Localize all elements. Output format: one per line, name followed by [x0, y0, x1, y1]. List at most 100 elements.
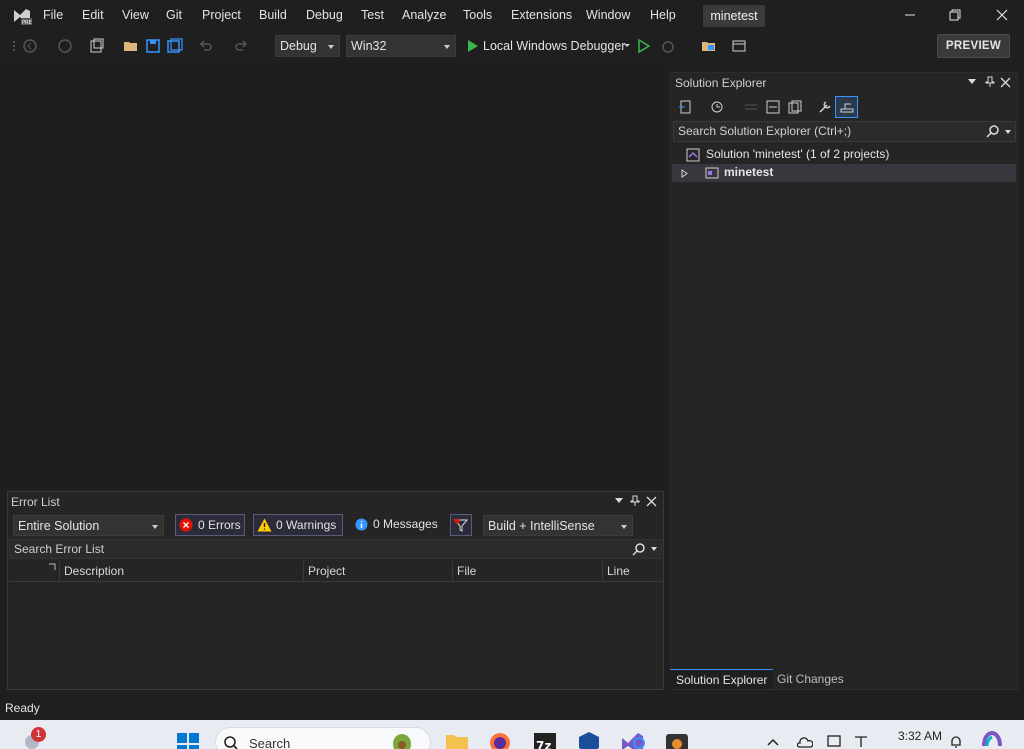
search-placeholder: Search Solution Explorer (Ctrl+;) [678, 124, 852, 138]
project-icon [705, 167, 719, 179]
chevron-right-icon[interactable] [681, 169, 688, 178]
tab-git-changes[interactable]: Git Changes [771, 669, 850, 689]
build-source-dropdown[interactable]: Build + IntelliSense [483, 515, 633, 536]
menu-project[interactable]: Project [202, 8, 241, 22]
7zip-icon[interactable]: 7z [532, 728, 558, 749]
restore-icon[interactable] [948, 8, 962, 22]
taskbar-clock[interactable]: 3:32 AM [898, 729, 942, 743]
menu-edit[interactable]: Edit [82, 8, 104, 22]
error-list-title: Error List [11, 495, 60, 509]
redo-icon[interactable] [233, 38, 249, 54]
menu-analyze[interactable]: Analyze [402, 8, 446, 22]
save-icon[interactable] [145, 38, 161, 54]
forward-icon[interactable] [57, 38, 73, 54]
pin-icon[interactable] [629, 495, 641, 507]
firefox-icon[interactable] [487, 728, 513, 749]
solution-icon [686, 148, 700, 162]
menu-view[interactable]: View [122, 8, 149, 22]
menu-debug[interactable]: Debug [306, 8, 343, 22]
error-icon [179, 518, 193, 532]
solution-explorer-title: Solution Explorer [675, 76, 767, 90]
solution-explorer-search-input[interactable]: Search Solution Explorer (Ctrl+;) [673, 121, 1016, 142]
sort-indicator-icon [49, 563, 56, 570]
hot-reload-icon[interactable] [660, 38, 676, 54]
sync-icon[interactable] [678, 99, 694, 115]
chevron-up-icon[interactable] [767, 738, 779, 746]
undo-icon[interactable] [198, 38, 214, 54]
display-icon[interactable] [827, 735, 843, 749]
show-all-files-icon[interactable] [787, 99, 803, 115]
tab-solution-explorer[interactable]: Solution Explorer [670, 669, 774, 689]
chevron-down-icon[interactable] [1005, 130, 1011, 134]
chevron-down-icon[interactable] [651, 547, 657, 551]
visual-studio-icon[interactable] [619, 728, 645, 749]
menu-extensions[interactable]: Extensions [511, 8, 572, 22]
collapse-all-icon[interactable] [765, 99, 781, 115]
column-header-line[interactable]: Line [602, 561, 662, 582]
preview-selected-items-toggle[interactable] [835, 96, 858, 118]
open-folder-icon[interactable] [123, 38, 139, 54]
messages-filter-button[interactable]: 0 Messages [353, 514, 438, 536]
filter-icon [454, 518, 468, 532]
search-icon[interactable] [986, 125, 999, 138]
new-project-icon[interactable] [89, 38, 105, 54]
menu-build[interactable]: Build [259, 8, 287, 22]
chevron-down-icon [621, 525, 627, 529]
pending-changes-icon[interactable] [743, 99, 759, 115]
editor-area[interactable] [0, 62, 666, 488]
input-language-icon[interactable] [853, 735, 869, 749]
column-header-project[interactable]: Project [303, 561, 453, 582]
preview-button[interactable]: PREVIEW [937, 34, 1010, 58]
menu-git[interactable]: Git [166, 8, 182, 22]
close-icon[interactable] [646, 496, 657, 507]
svg-text:PRE: PRE [22, 20, 32, 26]
windows-start-icon[interactable] [176, 732, 200, 749]
chevron-down-icon[interactable] [623, 43, 631, 49]
column-header-file[interactable]: File [452, 561, 602, 582]
start-debugging-icon[interactable] [465, 38, 481, 54]
warnings-filter-button[interactable]: 0 Warnings [253, 514, 343, 536]
configuration-dropdown[interactable]: Debug [275, 35, 340, 57]
error-list-search-input[interactable]: Search Error List [9, 539, 662, 559]
copilot-icon[interactable] [981, 731, 1003, 749]
app-icon[interactable] [664, 728, 690, 749]
tree-item-project[interactable]: minetest [672, 164, 1016, 182]
warnings-count: 0 Warnings [276, 518, 337, 532]
pin-icon[interactable] [984, 76, 996, 88]
chevron-down-icon[interactable] [968, 79, 976, 85]
search-icon[interactable] [632, 543, 645, 556]
onedrive-icon[interactable] [797, 735, 813, 749]
avocado-app-icon[interactable] [389, 728, 415, 749]
menu-help[interactable]: Help [650, 8, 676, 22]
start-without-debugging-icon[interactable] [636, 38, 652, 54]
virtualbox-icon[interactable] [576, 728, 602, 749]
svg-text:7z: 7z [536, 739, 551, 749]
errors-filter-button[interactable]: 0 Errors [175, 514, 245, 536]
chevron-down-icon[interactable] [615, 498, 623, 504]
save-all-icon[interactable] [167, 38, 183, 54]
taskbar-search-label: Search [249, 736, 291, 749]
menu-file[interactable]: File [43, 8, 63, 22]
run-target-label[interactable]: Local Windows Debugger [483, 39, 625, 53]
menu-test[interactable]: Test [361, 8, 384, 22]
properties-icon[interactable] [817, 99, 833, 115]
column-header-description[interactable]: Description [59, 561, 304, 582]
errors-count: 0 Errors [198, 518, 241, 532]
filter-toggle-button[interactable] [450, 514, 472, 536]
project-label: minetest [724, 165, 774, 179]
history-icon[interactable] [709, 99, 725, 115]
file-explorer-icon[interactable] [444, 728, 470, 749]
menu-tools[interactable]: Tools [463, 8, 492, 22]
notification-bell-icon[interactable] [949, 735, 963, 749]
preview-icon [840, 103, 854, 113]
platform-dropdown[interactable]: Win32 [346, 35, 456, 57]
menu-window[interactable]: Window [586, 8, 630, 22]
close-icon[interactable] [995, 8, 1009, 22]
minimize-icon[interactable] [903, 8, 917, 22]
solution-name-badge[interactable]: minetest [703, 5, 765, 27]
browse-folder-icon[interactable] [701, 38, 717, 54]
layout-icon[interactable] [731, 38, 747, 54]
back-icon[interactable] [22, 38, 38, 54]
close-icon[interactable] [1000, 77, 1011, 88]
error-scope-dropdown[interactable]: Entire Solution [13, 515, 164, 536]
